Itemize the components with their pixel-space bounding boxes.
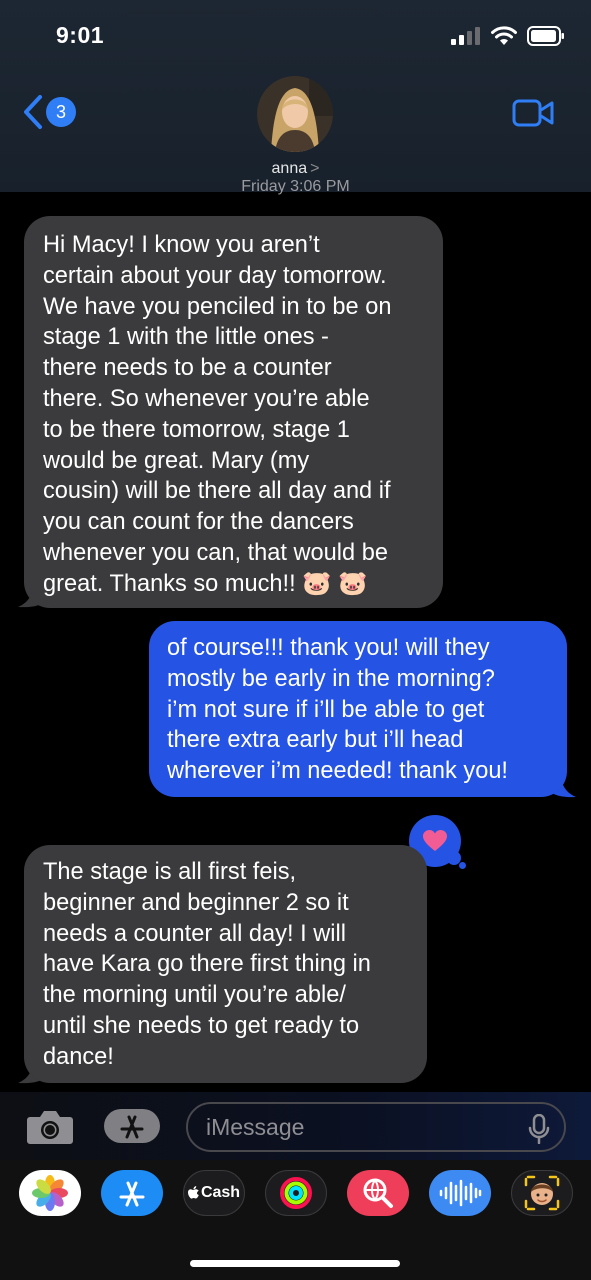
conversation-header: 9:01 3 anna >: [0, 0, 591, 192]
message-line: Hi Macy! I know you aren’t: [43, 232, 320, 258]
chevron-left-icon: [24, 95, 42, 129]
message-line: to be there tomorrow, stage 1: [43, 416, 350, 443]
message-line: you can count for the dancers: [43, 509, 354, 536]
message-line: would be great. Mary (my: [43, 447, 310, 474]
signal-icon: [451, 27, 480, 45]
message-line: there needs to be a counter: [43, 355, 332, 382]
message-line: dance!: [43, 1043, 114, 1070]
images-search-app-button[interactable]: [347, 1170, 409, 1216]
message-line: until she needs to get ready to: [43, 1012, 360, 1039]
battery-icon: [527, 26, 564, 46]
memoji-app-button[interactable]: [511, 1170, 573, 1216]
activity-app-button[interactable]: [265, 1170, 327, 1216]
app-store-icon: [120, 1115, 144, 1139]
message-bubble-incoming[interactable]: The stage is all first feis, beginner an…: [24, 845, 427, 1083]
status-icons: [451, 26, 565, 46]
images-search-icon: [363, 1178, 393, 1208]
home-indicator[interactable]: [190, 1260, 400, 1267]
message-line: i’m not sure if i’ll be able to get: [167, 696, 485, 723]
message-line: the morning until you’re able/: [43, 982, 346, 1009]
unread-badge: 3: [46, 97, 76, 127]
message-line: great. Thanks so much!! 🐷 🐷: [43, 570, 368, 597]
memoji-icon: [524, 1175, 560, 1211]
message-line: there extra early but i’ll head: [167, 727, 464, 754]
photos-icon: [32, 1175, 68, 1211]
apple-cash-label: Cash: [200, 1184, 241, 1201]
message-line: mostly be early in the morning?: [167, 665, 495, 692]
chevron-right-icon: >: [310, 160, 320, 177]
message-line: there. So whenever you’re able: [43, 385, 370, 412]
message-line: have Kara go there first thing in: [43, 951, 371, 978]
audio-message-app-button[interactable]: [429, 1170, 491, 1216]
message-line: beginner and beginner 2 so it: [43, 889, 349, 916]
status-time: 9:01: [56, 22, 105, 48]
composer-bar: [0, 1092, 591, 1160]
message-line: certain about your day tomorrow.: [43, 262, 387, 289]
message-bubble-incoming[interactable]: Hi Macy! I know you aren’t certain about…: [24, 216, 443, 608]
heart-icon: [423, 830, 447, 851]
facetime-video-icon[interactable]: [512, 98, 554, 128]
audio-waveform-icon: [439, 1179, 482, 1207]
app-store-button[interactable]: [104, 1109, 160, 1143]
tapback-tail-dot: [459, 862, 466, 869]
microphone-icon[interactable]: [528, 1114, 550, 1144]
activity-rings-icon: [280, 1177, 312, 1209]
message-bubble-outgoing[interactable]: of course!!! thank you! will they mostly…: [149, 621, 567, 797]
apple-logo-icon: [187, 1186, 199, 1199]
avatar[interactable]: [257, 76, 333, 152]
contact-name[interactable]: anna >: [0, 160, 591, 178]
back-button[interactable]: 3: [22, 94, 76, 130]
message-line: stage 1 with the little ones -: [43, 324, 329, 351]
message-line: The stage is all first feis,: [43, 859, 297, 885]
message-line: We have you penciled in to be on: [43, 293, 392, 320]
apple-cash-button[interactable]: Cash: [183, 1170, 245, 1216]
message-line: needs a counter all day! I will: [43, 920, 346, 947]
message-input[interactable]: [186, 1102, 566, 1152]
message-line: whenever you can, that would be: [43, 539, 388, 566]
message-timestamp: Friday 3:06 PM: [241, 178, 350, 195]
photos-app-button[interactable]: [19, 1170, 81, 1216]
app-store-icon: [119, 1181, 145, 1207]
camera-icon[interactable]: [26, 1109, 74, 1145]
message-line: wherever i’m needed! thank you!: [167, 758, 508, 785]
message-line: cousin) will be there all day and if: [43, 478, 391, 505]
app-store-app-button[interactable]: [101, 1170, 163, 1216]
wifi-icon: [491, 26, 517, 45]
message-line: of course!!! thank you! will they: [167, 635, 490, 661]
contact-name-label: anna: [271, 160, 308, 177]
